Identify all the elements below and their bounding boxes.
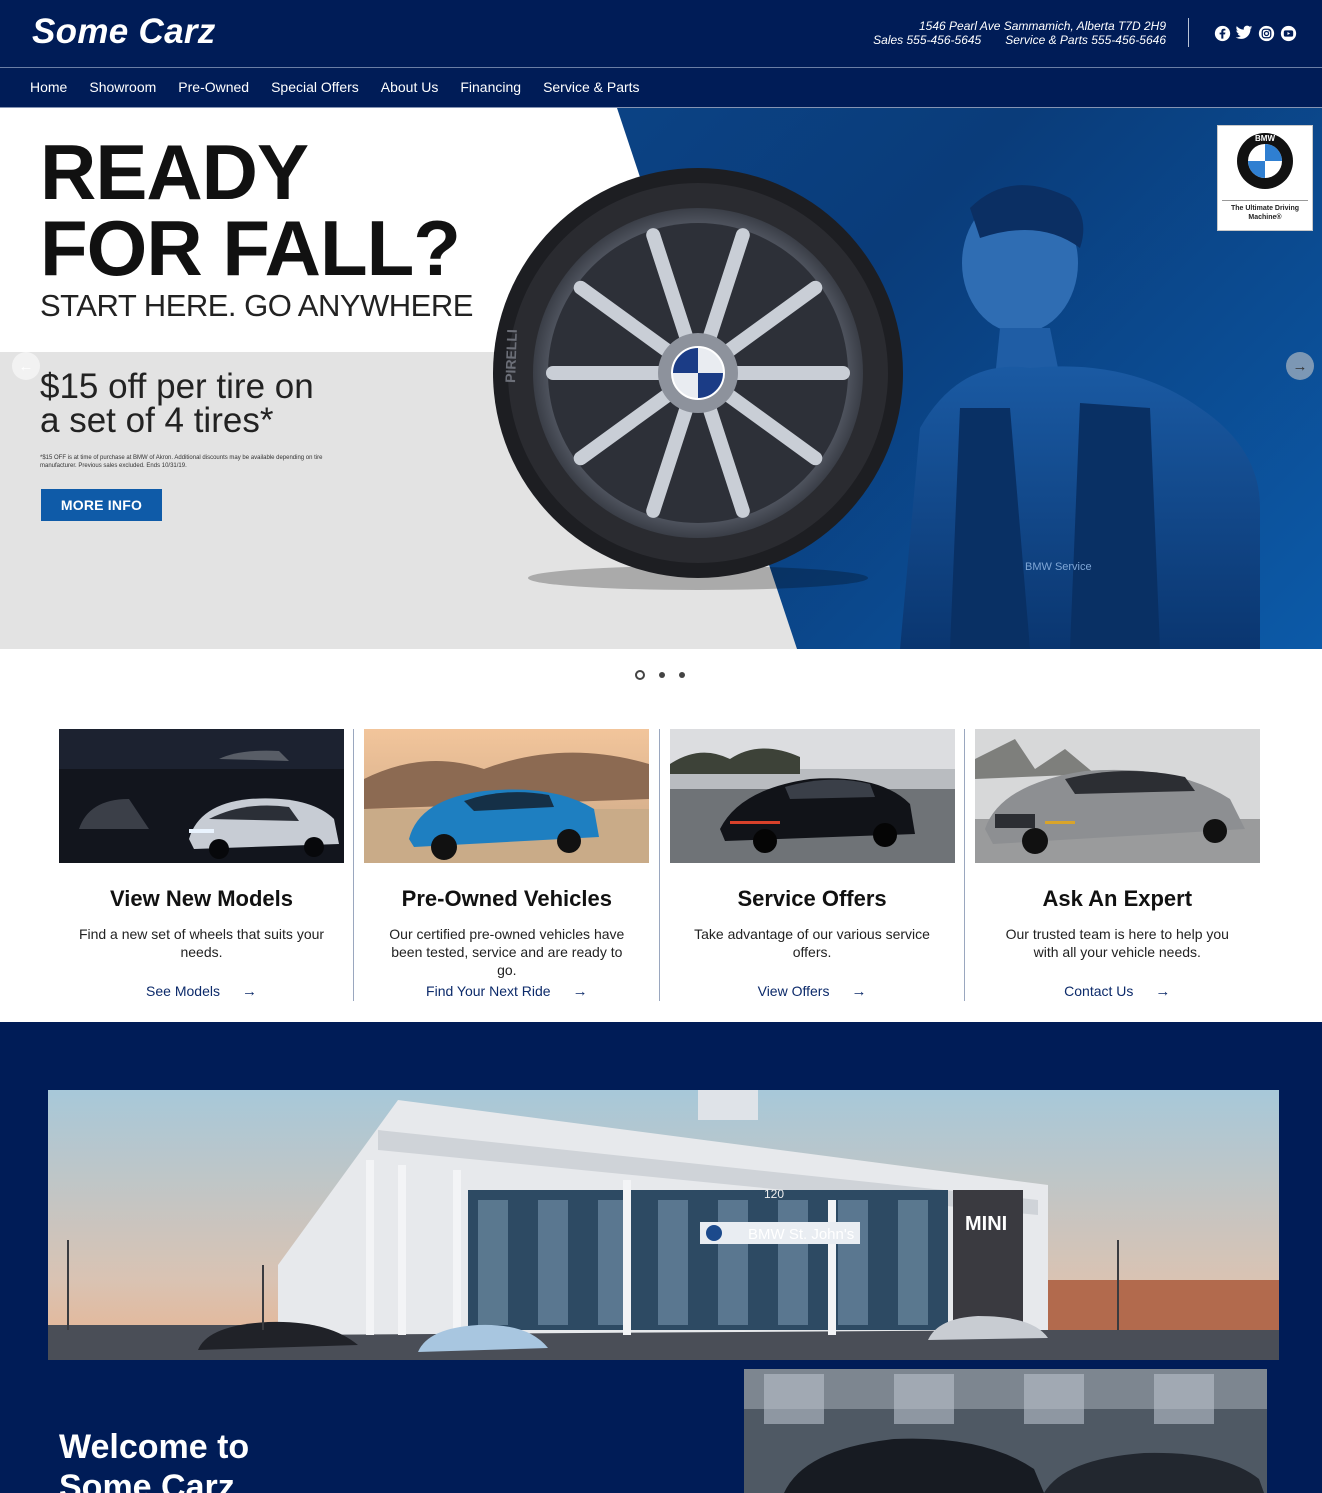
card-text: Our certified pre-owned vehicles have be… <box>389 926 625 978</box>
bmw-logo-icon: BMW <box>1237 133 1293 189</box>
mini-sign: MINI <box>965 1213 1007 1235</box>
ask-expert-image[interactable] <box>974 729 1260 863</box>
address-text: 1546 Pearl Ave Sammamich, Alberta T7D 2H… <box>918 19 1166 33</box>
hero-offer-line1: $15 off per tire on <box>40 367 314 406</box>
nav-list: Home Showroom Pre-Owned Special Offers About… <box>30 79 662 95</box>
arrow-right-icon: → <box>241 983 257 1000</box>
slider-dot-2[interactable] <box>659 672 665 678</box>
hero-subheadline: START HERE. GO ANYWHERE <box>40 288 473 323</box>
card-service-offers: Service Offers Take advantage of our var… <box>658 729 964 1001</box>
badge-tagline: The Ultimate Driving Machine® <box>1230 205 1300 221</box>
dealership-section: 120 BMW St. John's MINI Welcome to Some … <box>0 1022 1322 1493</box>
service-phone[interactable]: Service & Parts 555-456-5646 <box>1005 33 1166 47</box>
slider-prev-arrow[interactable]: ← <box>12 352 40 380</box>
nav-item-pre-owned[interactable]: Pre-Owned <box>178 79 249 95</box>
tire-brand: PIRELLI <box>502 329 520 383</box>
nav-item-home[interactable]: Home <box>30 79 67 95</box>
feature-cards: View New Models Find a new set of wheels… <box>59 729 1269 1001</box>
hero-headline-line1: READY <box>40 128 309 216</box>
card-title: Service Offers <box>737 886 887 911</box>
hero-headline: READY FOR FALL? <box>40 133 461 287</box>
link-label[interactable]: View Offers <box>758 983 830 999</box>
welcome-heading: Welcome to Some Carz <box>59 1427 249 1493</box>
card-new-models: View New Models Find a new set of wheels… <box>59 729 353 1001</box>
link-label[interactable]: Contact Us <box>1064 983 1133 999</box>
main-nav: Home Showroom Pre-Owned Special Offers About… <box>0 67 1322 108</box>
showroom-interior-image <box>744 1369 1267 1493</box>
bmw-badge: BMW The Ultimate Driving Machine® <box>1217 125 1313 231</box>
slider-dot-3[interactable] <box>679 672 685 678</box>
hero-slider: BMW Service READY FOR FALL? START HERE. … <box>0 108 1322 649</box>
bmw-logo-letters: BMW <box>1255 134 1275 143</box>
card-text: Find a new set of wheels that suits your… <box>78 926 325 960</box>
badge-divider <box>1222 200 1308 201</box>
site-logo[interactable]: Some Carz <box>32 12 216 52</box>
social-links <box>1213 24 1297 42</box>
slider-next-arrow[interactable]: → <box>1286 352 1314 380</box>
tire-image: PIRELLI <box>493 168 903 590</box>
nav-item-service-parts[interactable]: Service & Parts <box>543 79 639 95</box>
twitter-icon[interactable] <box>1235 24 1253 42</box>
contact-info: 1546 Pearl Ave Sammamich, Alberta T7D 2H… <box>873 19 1166 47</box>
nav-item-about-us[interactable]: About Us <box>381 79 439 95</box>
arrow-right-icon: → <box>572 983 588 1000</box>
card-pre-owned: Pre-Owned Vehicles Our certified pre-own… <box>353 729 658 1001</box>
find-next-ride-link[interactable]: Find Your Next Ride → <box>364 983 649 1000</box>
hero-fine-print: *$15 OFF is at time of purchase at BMW o… <box>40 455 323 469</box>
nav-item-special-offers[interactable]: Special Offers <box>271 79 359 95</box>
mechanic-label: BMW Service <box>1025 561 1092 573</box>
card-title: View New Models <box>110 886 293 911</box>
nav-item-financing[interactable]: Financing <box>460 79 521 95</box>
slider-dot-1[interactable] <box>635 670 645 680</box>
slider-dots <box>635 670 685 680</box>
dealership-building-image: 120 BMW St. John's MINI <box>48 1090 1279 1360</box>
sales-phone[interactable]: Sales 555-456-5645 <box>873 33 981 47</box>
new-models-image[interactable] <box>59 729 344 863</box>
arrow-right-icon: → <box>851 983 867 1000</box>
welcome-line2: Some Carz <box>59 1468 235 1493</box>
hero-headline-line2: FOR FALL? <box>40 204 461 292</box>
link-label[interactable]: Find Your Next Ride <box>426 983 551 999</box>
pre-owned-image[interactable] <box>364 729 650 863</box>
hero-offer: $15 off per tire on a set of 4 tires* <box>40 367 314 440</box>
building-sign: BMW St. John's <box>748 1226 854 1243</box>
more-info-button[interactable]: MORE INFO <box>41 489 162 521</box>
welcome-line1: Welcome to <box>59 1428 250 1466</box>
facebook-icon[interactable] <box>1213 24 1231 42</box>
contact-us-link[interactable]: Contact Us → <box>975 983 1260 1000</box>
card-text: Our trusted team is here to help you wit… <box>1005 926 1229 960</box>
card-title: Ask An Expert <box>1042 886 1193 911</box>
header-divider <box>1188 18 1189 47</box>
building-number: 120 <box>764 1187 784 1201</box>
see-models-link[interactable]: See Models → <box>59 983 344 1000</box>
card-ask-expert: Ask An Expert Our trusted team is here t… <box>963 729 1269 1001</box>
view-offers-link[interactable]: View Offers → <box>670 983 955 1000</box>
hero-offer-line2: a set of 4 tires* <box>40 401 274 440</box>
mechanic-image: BMW Service <box>900 185 1260 649</box>
instagram-icon[interactable] <box>1257 24 1275 42</box>
link-label[interactable]: See Models <box>146 983 220 999</box>
top-header: Some Carz 1546 Pearl Ave Sammamich, Albe… <box>0 0 1322 67</box>
nav-item-showroom[interactable]: Showroom <box>89 79 156 95</box>
card-text: Take advantage of our various service of… <box>694 926 930 960</box>
service-offers-image[interactable] <box>669 729 955 863</box>
youtube-icon[interactable] <box>1279 24 1297 42</box>
arrow-right-icon: → <box>1155 983 1171 1000</box>
card-title: Pre-Owned Vehicles <box>401 886 612 911</box>
